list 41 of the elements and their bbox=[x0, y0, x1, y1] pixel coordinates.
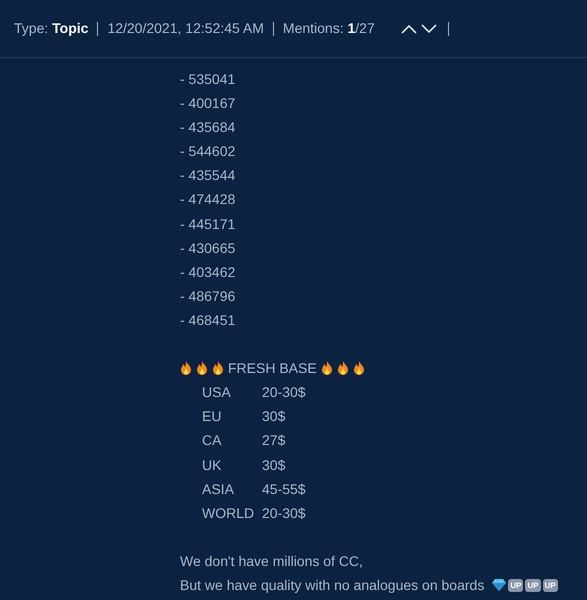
price-value: 45-55$ bbox=[262, 480, 306, 497]
next-mention-button[interactable] bbox=[418, 24, 439, 34]
price-value: 27$ bbox=[262, 432, 286, 448]
region-label: ASIA bbox=[202, 480, 235, 499]
diamond-icon bbox=[492, 579, 506, 592]
bin-number: - 535041 bbox=[180, 70, 236, 89]
post-type: Type: Topic bbox=[14, 19, 88, 38]
fire-icon bbox=[352, 361, 365, 376]
bin-number: - 486796 bbox=[180, 286, 236, 306]
region-label: EU bbox=[202, 407, 222, 426]
bin-number: - 544602 bbox=[180, 142, 236, 162]
price-value: 20-30$ bbox=[262, 504, 306, 521]
mentions-count: Mentions: 1/27 bbox=[282, 19, 375, 38]
region-label: USA bbox=[202, 383, 232, 402]
bin-number: - 403462 bbox=[180, 262, 236, 282]
keycap-label: UP bbox=[508, 578, 524, 592]
bin-number: - 400167 bbox=[180, 94, 236, 114]
keycap-label: UP bbox=[542, 578, 558, 592]
bin-number: - 445171 bbox=[180, 214, 236, 234]
fire-icon bbox=[180, 361, 192, 376]
region-label: WORLD bbox=[202, 504, 256, 523]
previous-mention-button[interactable] bbox=[398, 24, 419, 34]
fire-icon bbox=[196, 361, 208, 376]
post-text: We don't have millions of CC, bbox=[180, 552, 363, 571]
bin-number: - 430665 bbox=[180, 238, 236, 258]
bin-number: - 435684 bbox=[180, 118, 236, 138]
post-text: But we have quality with no analogues on boards bbox=[180, 576, 484, 595]
price-value: 20-30$ bbox=[262, 384, 306, 400]
price-value: 30$ bbox=[262, 456, 286, 472]
bin-number: - 468451 bbox=[180, 310, 236, 330]
bin-number: - 435544 bbox=[180, 166, 236, 186]
fire-icon bbox=[336, 361, 349, 376]
post-date: 12/20/2021, 12:52:45 AM bbox=[107, 19, 264, 38]
fire-icon bbox=[320, 361, 333, 376]
fire-icon bbox=[212, 361, 224, 376]
keycap-label: UP bbox=[525, 578, 541, 592]
price-value: 30$ bbox=[262, 408, 286, 424]
region-label: UK bbox=[202, 456, 222, 474]
bin-number: - 474428 bbox=[180, 190, 236, 210]
region-label: CA bbox=[202, 431, 222, 450]
offer-title: FRESH BASE bbox=[228, 359, 317, 378]
